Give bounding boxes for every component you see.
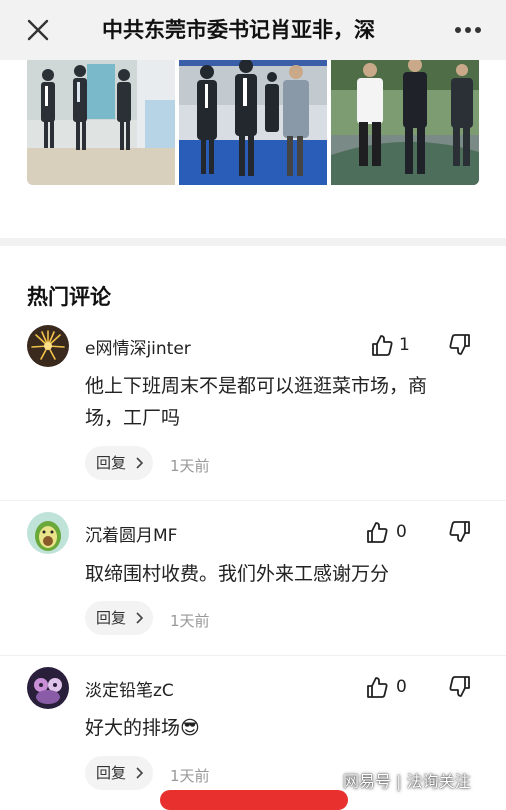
photo-3[interactable]: [331, 60, 479, 185]
comment-username[interactable]: e网情深jinter: [85, 334, 191, 359]
comment-separator: [0, 500, 506, 501]
comment-time: 1天前: [170, 612, 210, 630]
comment-text-line: 场，工厂吗: [85, 407, 181, 429]
source-watermark: 网易号 | 法询关注: [343, 772, 471, 791]
section-divider: [0, 238, 506, 246]
reply-label: 回复: [96, 454, 127, 472]
reply-button[interactable]: 回复: [85, 756, 153, 790]
reply-button[interactable]: 回复: [85, 446, 153, 480]
thumbs-down-icon[interactable]: [449, 520, 471, 544]
chevron-right-icon: [136, 767, 143, 779]
thumbs-up-icon[interactable]: [366, 675, 388, 699]
comment-time: 1天前: [170, 457, 210, 475]
thumbs-down-icon[interactable]: [449, 675, 471, 699]
avatar[interactable]: [27, 512, 69, 554]
comment-separator: [0, 655, 506, 656]
comment-text-line: 取缔围村收费。我们外来工感谢万分: [85, 563, 390, 585]
photo-strip: [27, 60, 479, 185]
like-count: 1: [399, 335, 410, 355]
photo-2[interactable]: [179, 60, 327, 185]
comment-text: 他上下班周末不是都可以逛逛菜市场，商 场，工厂吗: [85, 370, 485, 434]
hot-comments-heading: 热门评论: [27, 285, 111, 309]
reply-button[interactable]: 回复: [85, 601, 153, 635]
top-bar: 中共东莞市委书记肖亚非，深: [0, 0, 506, 60]
comment-text: 取缔围村收费。我们外来工感谢万分: [85, 558, 485, 590]
comment-time: 1天前: [170, 767, 210, 785]
thumbs-up-icon[interactable]: [366, 520, 388, 544]
like-count: 0: [396, 522, 407, 542]
avatar[interactable]: [27, 667, 69, 709]
reply-label: 回复: [96, 764, 127, 782]
comment-text-line: 好大的排场😎: [85, 717, 200, 739]
article-title: 中共东莞市委书记肖亚非，深: [102, 18, 375, 42]
photo-1[interactable]: [27, 60, 175, 185]
comment-username[interactable]: 淡定铅笔zC: [85, 676, 174, 701]
comment-username[interactable]: 沉着圆月MF: [85, 521, 177, 546]
comment-text: 好大的排场😎: [85, 712, 485, 744]
reply-label: 回复: [96, 609, 127, 627]
close-icon[interactable]: [26, 18, 50, 42]
avatar[interactable]: [27, 325, 69, 367]
comment-text-line: 他上下班周末不是都可以逛逛菜市场，商: [85, 375, 428, 397]
chevron-right-icon: [136, 612, 143, 624]
thumbs-up-icon[interactable]: [371, 333, 393, 357]
bottom-action-bar[interactable]: [160, 790, 348, 810]
like-count: 0: [396, 677, 407, 697]
chevron-right-icon: [136, 457, 143, 469]
thumbs-down-icon[interactable]: [449, 333, 471, 357]
more-icon[interactable]: [454, 26, 482, 34]
